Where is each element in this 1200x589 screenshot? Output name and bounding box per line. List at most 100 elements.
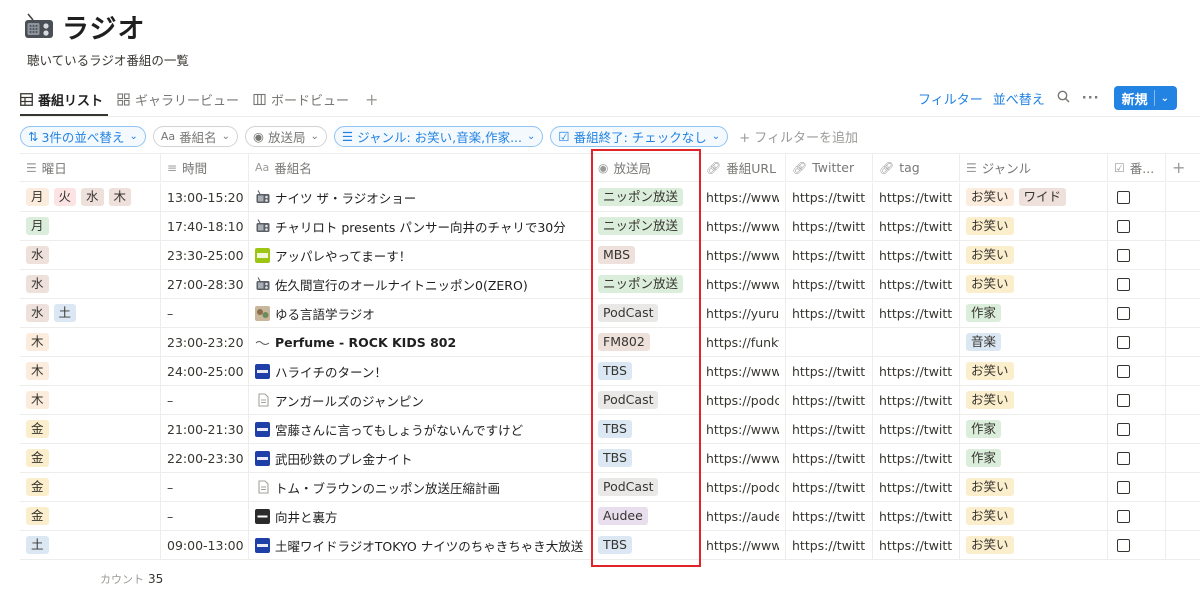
title-cell[interactable]: ゆる言語学ラジオ — [249, 299, 592, 327]
title-cell[interactable]: 武田砂鉄のプレ金ナイト — [249, 444, 592, 472]
ended-cell[interactable] — [1108, 531, 1166, 559]
tag-cell[interactable]: https://twitter.c — [873, 473, 960, 501]
url-link[interactable]: https://www.tb — [706, 364, 779, 379]
ended-checkbox[interactable] — [1117, 538, 1130, 552]
time-cell[interactable]: – — [161, 386, 249, 414]
sort-chip[interactable]: ⇅ 3件の並べ替え ⌄ — [20, 125, 146, 147]
day-cell[interactable]: 木 — [20, 357, 161, 385]
twitter-link[interactable]: https://twitter.c — [792, 509, 866, 524]
url-cell[interactable]: https://www.tb — [700, 357, 786, 385]
title-cell[interactable]: ナイツ ザ・ラジオショー — [249, 183, 592, 211]
url-cell[interactable]: https://www.12 — [700, 212, 786, 240]
column-header-ended[interactable]: ☑ 番... — [1108, 154, 1166, 181]
day-cell[interactable]: 金 — [20, 502, 161, 530]
add-filter-button[interactable]: + フィルターを追加 — [739, 127, 858, 146]
twitter-cell[interactable]: https://twitter.c — [786, 241, 873, 269]
column-header-time[interactable]: ≡ 時間 — [161, 154, 249, 181]
twitter-cell[interactable]: https://twitter.c — [786, 299, 873, 327]
time-cell[interactable]: – — [161, 299, 249, 327]
ended-checkbox[interactable] — [1117, 451, 1130, 465]
day-cell[interactable]: 水土 — [20, 299, 161, 327]
url-cell[interactable]: https://podcas — [700, 386, 786, 414]
ended-checkbox[interactable] — [1117, 509, 1130, 523]
tag-cell[interactable]: https://twitter.c — [873, 415, 960, 443]
genre-cell[interactable]: お笑い — [960, 241, 1108, 269]
url-link[interactable]: https://www.m — [706, 248, 779, 263]
tag-link[interactable]: https://twitter.c — [879, 480, 953, 495]
time-cell[interactable]: 24:00-25:00 — [161, 357, 249, 385]
url-link[interactable]: https://www.tb — [706, 451, 779, 466]
tag-cell[interactable]: https://twitter.c — [873, 357, 960, 385]
title-cell[interactable]: チャリロト presents パンサー向井のチャリで30分 — [249, 212, 592, 240]
twitter-link[interactable]: https://twitter.c — [792, 219, 866, 234]
tab-table-view[interactable]: 番組リスト — [20, 90, 103, 109]
tag-link[interactable]: https://twitter.c — [879, 538, 953, 553]
tag-cell[interactable]: https://twitter.c — [873, 183, 960, 211]
ended-checkbox[interactable] — [1117, 277, 1130, 291]
title-cell[interactable]: アンガールズのジャンピン — [249, 386, 592, 414]
tag-cell[interactable]: https://twitter.c — [873, 444, 960, 472]
tag-cell[interactable]: https://twitter.c — [873, 270, 960, 298]
ended-cell[interactable] — [1108, 270, 1166, 298]
time-cell[interactable]: 09:00-13:00 — [161, 531, 249, 559]
twitter-link[interactable]: https://twitter.c — [792, 422, 866, 437]
time-cell[interactable]: 23:00-23:20 — [161, 328, 249, 356]
ended-filter-chip[interactable]: ☑ 番組終了: チェックなし ⌄ — [550, 125, 729, 147]
genre-cell[interactable]: お笑い — [960, 212, 1108, 240]
ended-cell[interactable] — [1108, 415, 1166, 443]
genre-cell[interactable]: 音楽 — [960, 328, 1108, 356]
tag-cell[interactable]: https://twitter.c — [873, 531, 960, 559]
twitter-cell[interactable]: https://twitter.c — [786, 357, 873, 385]
time-cell[interactable]: 22:00-23:30 — [161, 444, 249, 472]
url-cell[interactable]: https://funky80 — [700, 328, 786, 356]
url-cell[interactable]: https://www.all — [700, 270, 786, 298]
day-cell[interactable]: 金 — [20, 473, 161, 501]
tag-cell[interactable]: https://twitter.c — [873, 386, 960, 414]
ended-cell[interactable] — [1108, 183, 1166, 211]
title-cell[interactable]: 土曜ワイドラジオTOKYO ナイツのちゃきちゃき大放送 — [249, 531, 592, 559]
genre-cell[interactable]: 作家 — [960, 299, 1108, 327]
time-cell[interactable]: 21:00-21:30 — [161, 415, 249, 443]
title-cell[interactable]: 宮藤さんに言ってもしょうがないんですけど — [249, 415, 592, 443]
tag-link[interactable]: https://twitter.c — [879, 306, 953, 321]
twitter-link[interactable]: https://twitter.c — [792, 190, 866, 205]
column-header-title[interactable]: Aa 番組名 — [249, 154, 592, 181]
genre-cell[interactable]: お笑い — [960, 531, 1108, 559]
new-button[interactable]: 新規 ⌄ — [1113, 86, 1177, 110]
twitter-link[interactable]: https://twitter.c — [792, 364, 866, 379]
url-link[interactable]: https://www.12 — [706, 219, 779, 234]
day-cell[interactable]: 月 — [20, 212, 161, 240]
more-options-icon[interactable]: ··· — [1082, 91, 1100, 106]
day-cell[interactable]: 土 — [20, 531, 161, 559]
ended-cell[interactable] — [1108, 444, 1166, 472]
genre-cell[interactable]: 作家 — [960, 415, 1108, 443]
add-column-icon[interactable]: + — [1166, 154, 1200, 181]
column-header-tag[interactable]: 🔗︎ tag — [873, 154, 960, 181]
twitter-cell[interactable] — [786, 328, 873, 356]
ended-cell[interactable] — [1108, 502, 1166, 530]
ended-cell[interactable] — [1108, 473, 1166, 501]
search-icon[interactable] — [1057, 90, 1070, 107]
ended-checkbox[interactable] — [1117, 219, 1130, 233]
url-cell[interactable]: https://podcas — [700, 473, 786, 501]
ended-checkbox[interactable] — [1117, 364, 1130, 378]
twitter-cell[interactable]: https://twitter.c — [786, 531, 873, 559]
tag-link[interactable]: https://twitter.c — [879, 219, 953, 234]
day-cell[interactable]: 金 — [20, 444, 161, 472]
url-link[interactable]: https://funky80 — [706, 335, 779, 350]
column-header-url[interactable]: 🔗︎ 番組URL — [700, 154, 786, 181]
url-link[interactable]: https://www.12 — [706, 190, 779, 205]
url-cell[interactable]: https://www.m — [700, 241, 786, 269]
ended-checkbox[interactable] — [1117, 306, 1130, 320]
tab-gallery-view[interactable]: ギャラリービュー — [117, 90, 239, 109]
twitter-link[interactable]: https://twitter.c — [792, 393, 866, 408]
tag-link[interactable]: https://twitter.c — [879, 190, 953, 205]
twitter-cell[interactable]: https://twitter.c — [786, 415, 873, 443]
day-cell[interactable]: 金 — [20, 415, 161, 443]
day-cell[interactable]: 月火水木 — [20, 183, 161, 211]
ended-cell[interactable] — [1108, 357, 1166, 385]
genre-cell[interactable]: お笑い — [960, 270, 1108, 298]
twitter-cell[interactable]: https://twitter.c — [786, 270, 873, 298]
genre-cell[interactable]: お笑い ワイド — [960, 183, 1108, 211]
twitter-cell[interactable]: https://twitter.c — [786, 183, 873, 211]
